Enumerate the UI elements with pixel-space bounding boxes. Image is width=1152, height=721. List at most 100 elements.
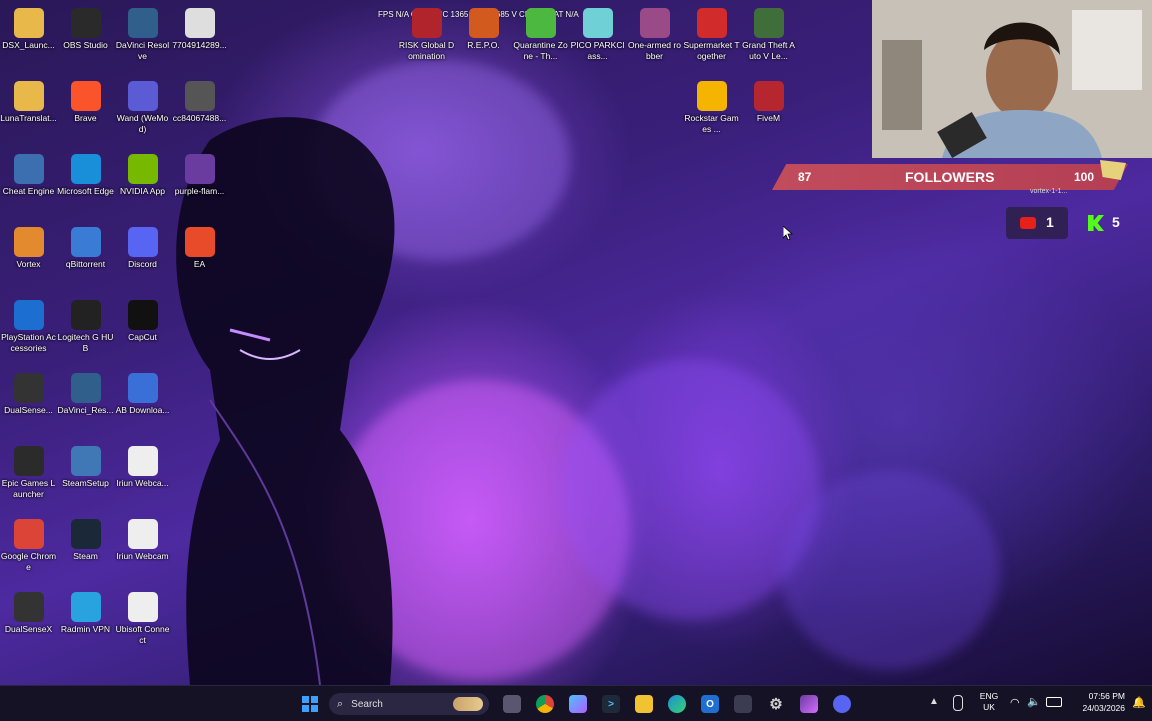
desktop-icon-label: Ubisoft Connect (115, 624, 170, 645)
desktop-icon-discord[interactable]: Discord (114, 223, 171, 295)
desktop-icon-label: SteamSetup (62, 478, 109, 488)
desktop-icon-label: Google Chrome (0, 551, 57, 572)
folder-icon (13, 81, 44, 111)
desktop-icon-label: OBS Studio (63, 40, 108, 50)
iriun-icon (127, 446, 158, 476)
desktop-icon-playstation-accessories[interactable]: PlayStation Accessories (0, 296, 57, 368)
cheat-engine-icon (13, 154, 44, 184)
pico-park-icon (582, 8, 613, 38)
discord-icon (127, 227, 158, 257)
microphone-icon[interactable] (953, 695, 963, 711)
desktop-icon-steam[interactable]: Steam (57, 515, 114, 587)
kick-counter: 5 (1082, 207, 1142, 239)
desktop-icon-brave[interactable]: Brave (57, 77, 114, 149)
desktop-icon-one-armed-robber[interactable]: One-armed robber (626, 4, 683, 76)
rockstar-icon (696, 81, 727, 111)
desktop-icon-label: Iriun Webcam (116, 551, 169, 561)
edge-icon[interactable] (668, 695, 686, 713)
desktop-icon-cc84067488[interactable]: cc84067488... (171, 77, 228, 149)
youtube-icon (1020, 217, 1036, 229)
volume-icon[interactable]: 🔈 (1027, 695, 1041, 708)
overlay-caption: vortex-1-1... (1030, 188, 1068, 195)
desktop-icon-fivem[interactable]: FiveM (740, 77, 797, 149)
terminal-icon[interactable]: > (602, 695, 620, 713)
desktop-icon-nvidia-app[interactable]: NVIDIA App (114, 150, 171, 222)
desktop-icon-iriun-webca[interactable]: Iriun Webca... (114, 442, 171, 514)
nvidia-icon (127, 154, 158, 184)
task-view-icon[interactable] (503, 695, 521, 713)
desktop-icon-purple-flam[interactable]: purple-flam... (171, 150, 228, 222)
gta-icon (753, 8, 784, 38)
desktop-icon-risk-global-domination[interactable]: RISK Global Domination (398, 4, 455, 76)
desktop-icon-label: Vortex (16, 259, 41, 269)
followers-current: 87 (798, 170, 812, 184)
desktop-icon-ea[interactable]: EA (171, 223, 228, 295)
desktop-icon-lunatranslat[interactable]: LunaTranslat... (0, 77, 57, 149)
battery-icon[interactable] (1046, 697, 1062, 707)
desktop-icon-supermarket-together[interactable]: Supermarket Together (683, 4, 740, 76)
desktop-icon-dsx-launc[interactable]: DSX_Launc... (0, 4, 57, 76)
chrome-icon[interactable] (536, 695, 554, 713)
notification-bell-icon[interactable]: 🔔 (1132, 696, 1146, 709)
desktop-icon-qbittorrent[interactable]: qBittorrent (57, 223, 114, 295)
taskbar-search[interactable]: ⌕ Search (329, 693, 489, 715)
desktop-icon-label: Supermarket Together (683, 40, 740, 61)
desktop-icon-label: EA (193, 259, 206, 269)
desktop-icon-capcut[interactable]: CapCut (114, 296, 171, 368)
desktop-icon-quarantine-zone-th[interactable]: Quarantine Zone - Th... (512, 4, 569, 76)
desktop-icon-obs-studio[interactable]: OBS Studio (57, 4, 114, 76)
desktop-icon-logitech-g-hub[interactable]: Logitech G HUB (57, 296, 114, 368)
taskbar: ⌕ Search > O ⚙ ▲ ENG UK ◠ 🔈 07:56 PM 24/… (0, 685, 1152, 721)
language-indicator[interactable]: ENG UK (977, 691, 1001, 713)
desktop-icon-7704914289[interactable]: 7704914289... (171, 4, 228, 76)
desktop-icon-vortex[interactable]: Vortex (0, 223, 57, 295)
desktop-icon-grand-theft-auto-v-le[interactable]: Grand Theft Auto V Le... (740, 4, 797, 76)
kick-count: 5 (1112, 214, 1120, 230)
desktop-icon-microsoft-edge[interactable]: Microsoft Edge (57, 150, 114, 222)
desktop-icon-label: Microsoft Edge (57, 186, 114, 196)
youtube-counter: 1 (1006, 207, 1068, 239)
store-icon[interactable] (734, 695, 752, 713)
copilot-icon[interactable] (569, 695, 587, 713)
folder-icon (13, 8, 44, 38)
desktop-icon-label: AB Downloa... (115, 405, 170, 415)
webcam-overlay (872, 0, 1152, 158)
desktop-icon-steamsetup[interactable]: SteamSetup (57, 442, 114, 514)
youtube-count: 1 (1046, 214, 1054, 230)
desktop-icon-wand-wemod[interactable]: Wand (WeMod) (114, 77, 171, 149)
vortex-icon (13, 227, 44, 257)
file-explorer-icon[interactable] (635, 695, 653, 713)
desktop-icon-iriun-webcam[interactable]: Iriun Webcam (114, 515, 171, 587)
outlook-icon[interactable]: O (701, 695, 719, 713)
clock-date: 24/03/2026 (1082, 703, 1125, 713)
desktop-icon-label: R.E.P.O. (467, 40, 500, 50)
clock[interactable]: 07:56 PM 24/03/2026 (1070, 690, 1125, 714)
desktop-icon-davinci-resolve[interactable]: DaVinci Resolve (114, 4, 171, 76)
desktop-icon-label: qBittorrent (65, 259, 106, 269)
desktop-icon-label: Brave (74, 113, 97, 123)
desktop-icon-ubisoft-connect[interactable]: Ubisoft Connect (114, 588, 171, 660)
desktop-icon-davinci-res[interactable]: DaVinci_Res... (57, 369, 114, 441)
desktop-icon-dualsensex[interactable]: DualSenseX (0, 588, 57, 660)
download-icon (127, 373, 158, 403)
desktop-icon-ab-downloa[interactable]: AB Downloa... (114, 369, 171, 441)
discord-icon[interactable] (833, 695, 851, 713)
start-icon[interactable] (301, 695, 319, 713)
desktop-icon-epic-games-launcher[interactable]: Epic Games Launcher (0, 442, 57, 514)
desktop-icon-r-e-p-o[interactable]: R.E.P.O. (455, 4, 512, 76)
desktop-icon-rockstar-games[interactable]: Rockstar Games ... (683, 77, 740, 149)
desktop-icon-dualsense[interactable]: DualSense... (0, 369, 57, 441)
supermarket-icon (696, 8, 727, 38)
logitech-icon (70, 300, 101, 330)
desktop-icon-label: Iriun Webca... (116, 478, 169, 488)
desktop-icon-pico-parkclass[interactable]: PICO PARKClass... (569, 4, 626, 76)
wallpaper-icon[interactable] (800, 695, 818, 713)
show-hidden-icons-icon[interactable]: ▲ (929, 696, 939, 707)
wifi-icon[interactable]: ◠ (1010, 696, 1020, 709)
dualsense-icon (13, 592, 44, 622)
brave-icon (70, 81, 101, 111)
settings-icon[interactable]: ⚙ (767, 695, 785, 713)
desktop-icon-cheat-engine[interactable]: Cheat Engine (0, 150, 57, 222)
desktop-icon-google-chrome[interactable]: Google Chrome (0, 515, 57, 587)
desktop-icon-radmin-vpn[interactable]: Radmin VPN (57, 588, 114, 660)
